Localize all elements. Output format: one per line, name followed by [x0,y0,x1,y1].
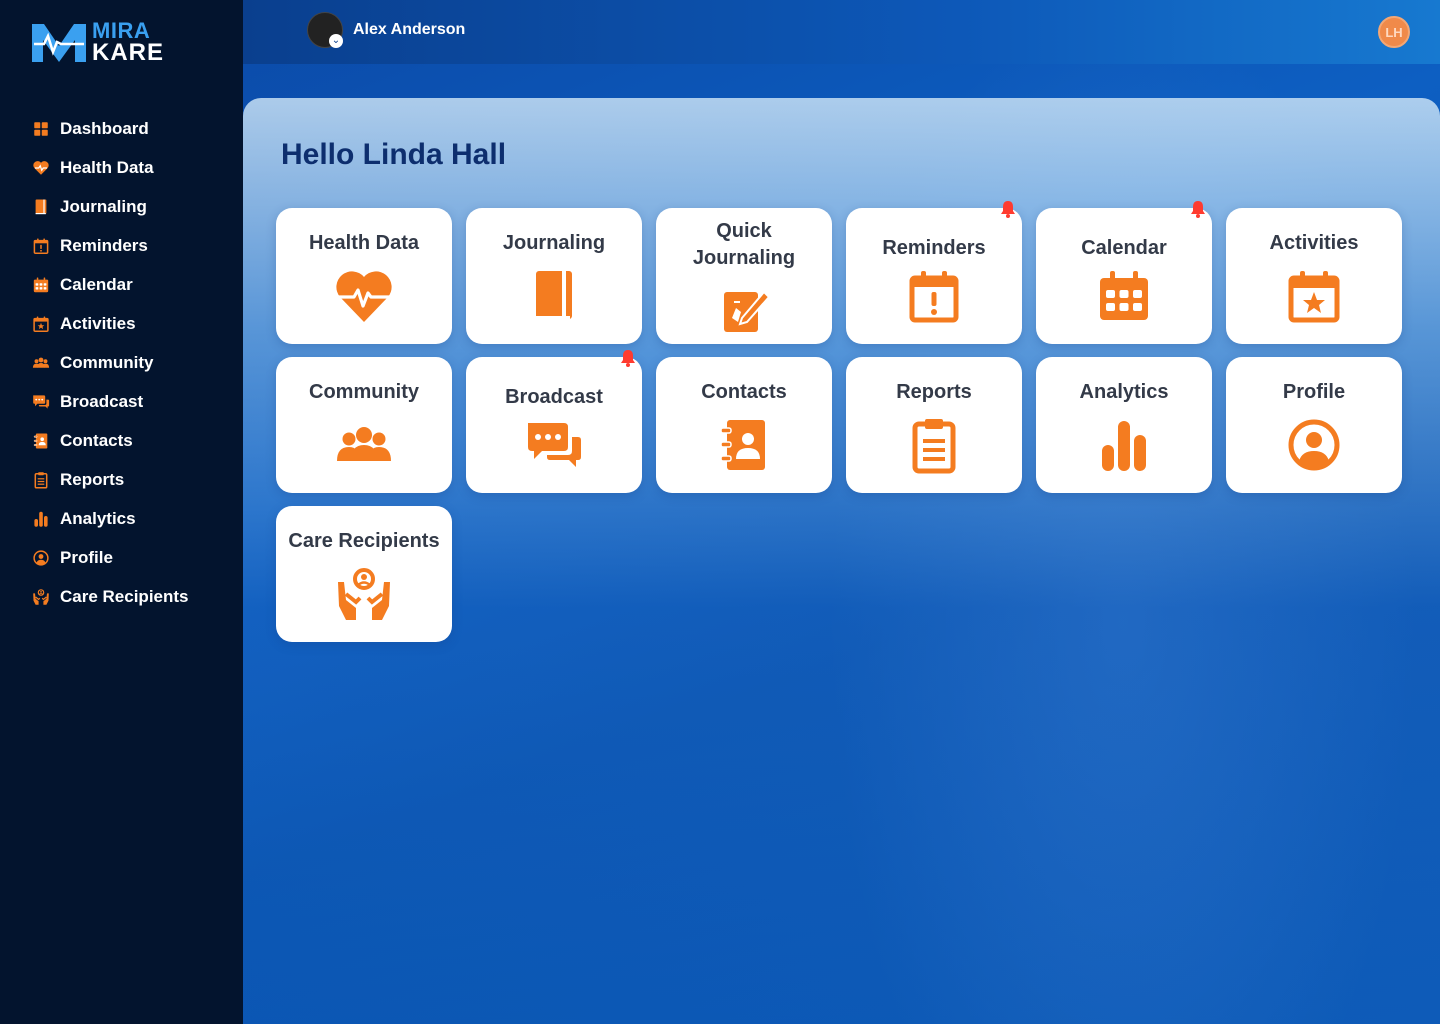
tile-label: Journaling [502,232,606,254]
account-initials-avatar[interactable]: LH [1378,16,1410,48]
sidebar-item-label: Contacts [60,430,133,450]
user-circle-icon [32,549,50,567]
sidebar-item-dashboard[interactable]: Dashboard [0,109,243,148]
quick-journal-icon [714,278,774,338]
tile-label: Analytics [1079,381,1169,403]
sidebar-item-journaling[interactable]: Journaling [0,187,243,226]
tile-journaling[interactable]: Journaling [466,208,642,344]
main-area: ⌄ Alex Anderson LH Hello Linda Hall Heal… [243,0,1440,1024]
tile-label: Reports [896,381,972,403]
sidebar-item-reminders[interactable]: Reminders [0,226,243,265]
tile-broadcast[interactable]: Broadcast [466,350,642,493]
sidebar-item-label: Care Recipients [60,586,189,606]
tile-label-line2: Journaling [692,247,796,269]
tile-label: Health Data [308,232,420,254]
calendar-star-icon [1284,266,1344,326]
calendar-icon [32,276,50,294]
sidebar-item-label: Activities [60,313,136,333]
tile-label: Calendar [1081,237,1167,259]
tile-activities[interactable]: Activities [1226,208,1402,344]
page-title: Hello Linda Hall [281,138,507,171]
dashboard-panel: Hello Linda Hall Health Data Journaling Qu… [243,98,1440,1024]
bar-chart-icon [32,510,50,528]
sidebar-item-label: Community [60,352,154,372]
tile-community[interactable]: Community [276,357,452,493]
tile-reports[interactable]: Reports [846,357,1022,493]
tile-label: Care Recipients [288,530,440,552]
sidebar-item-broadcast[interactable]: Broadcast [0,382,243,421]
tile-analytics[interactable]: Analytics [1036,357,1212,493]
sidebar-item-label: Journaling [60,196,147,216]
chat-icon [32,393,50,411]
sidebar-item-reports[interactable]: Reports [0,460,243,499]
calendar-alert-icon [32,237,50,255]
sidebar-item-community[interactable]: Community [0,343,243,382]
sidebar-item-label: Reports [60,469,125,489]
tile-care-recipients[interactable]: Care Recipients [276,506,452,642]
chevron-down-icon[interactable]: ⌄ [329,34,343,48]
grid-icon [32,120,50,138]
notification-bell-icon[interactable] [1000,200,1016,218]
logo-line2: KARE [92,39,165,66]
sidebar-item-care-recipients[interactable]: Care Recipients [0,577,243,616]
tile-label: Broadcast [505,386,603,408]
calendar-star-icon [32,315,50,333]
top-bar: ⌄ Alex Anderson LH [243,0,1440,64]
sidebar-item-profile[interactable]: Profile [0,538,243,577]
people-icon [32,354,50,372]
sidebar-item-label: Dashboard [60,118,149,138]
tile-reminders[interactable]: Reminders [846,201,1022,344]
care-hands-icon [334,564,394,624]
care-hands-icon [32,588,50,606]
sidebar-item-label: Health Data [60,157,154,177]
tile-health-data[interactable]: Health Data [276,208,452,344]
tile-label: Reminders [882,237,986,259]
tile-label: Quick [716,220,772,242]
tile-contacts[interactable]: Contacts [656,357,832,493]
notification-bell-icon[interactable] [1190,200,1206,218]
contact-book-icon [714,415,774,475]
logo[interactable]: MIRA KARE [30,18,163,68]
sidebar-item-label: Profile [60,547,113,567]
tile-calendar[interactable]: Calendar [1036,201,1212,344]
tile-label: Activities [1269,232,1359,254]
user-name[interactable]: Alex Anderson [353,21,465,39]
chat-icon [524,415,584,475]
calendar-icon [1094,266,1154,326]
logo-text: MIRA KARE [92,20,165,66]
tile-label: Profile [1282,381,1346,403]
sidebar-item-contacts[interactable]: Contacts [0,421,243,460]
book-icon [524,266,584,326]
contact-book-icon [32,432,50,450]
sidebar-item-health-data[interactable]: Health Data [0,148,243,187]
people-icon [334,415,394,475]
calendar-alert-icon [904,266,964,326]
sidebar: MIRA KARE Dashboard Health Data Journaling… [0,0,243,1024]
sidebar-item-analytics[interactable]: Analytics [0,499,243,538]
heart-pulse-icon [334,266,394,326]
book-icon [32,198,50,216]
notification-bell-icon[interactable] [620,349,636,367]
sidebar-item-label: Calendar [60,274,133,294]
clipboard-icon [32,471,50,489]
tile-quick-journaling[interactable]: Quick Journaling [656,208,832,344]
sidebar-item-label: Reminders [60,235,148,255]
sidebar-nav: Dashboard Health Data Journaling Reminders C… [0,109,243,616]
tile-profile[interactable]: Profile [1226,357,1402,493]
sidebar-item-calendar[interactable]: Calendar [0,265,243,304]
logo-mark-icon [32,24,86,62]
sidebar-item-label: Broadcast [60,391,144,411]
user-circle-icon [1284,415,1344,475]
tile-label: Contacts [701,381,787,403]
clipboard-icon [904,415,964,475]
heart-icon [32,159,50,177]
bar-chart-icon [1094,415,1154,475]
sidebar-item-label: Analytics [60,508,136,528]
sidebar-item-activities[interactable]: Activities [0,304,243,343]
tile-label: Community [309,381,419,403]
